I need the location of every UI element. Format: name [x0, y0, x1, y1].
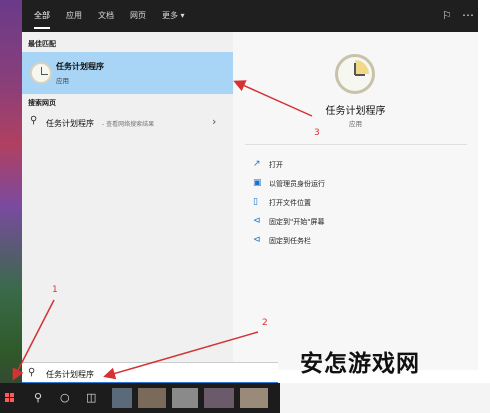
best-match-title: 任务计划程序 — [56, 62, 104, 71]
file-location-icon: ▯ — [253, 197, 258, 207]
cortana-icon[interactable]: ○ — [60, 391, 70, 404]
chevron-right-icon[interactable]: › — [212, 115, 216, 128]
annotation-2: 2 — [262, 318, 268, 328]
tab-web[interactable]: 网页 — [130, 0, 146, 32]
divider — [245, 144, 467, 145]
web-search-header: 搜索网页 — [28, 99, 56, 107]
start-menu: 全部 应用 文档 网页 更多 ▾ ⚐ ⋯ 最佳匹配 任务计划程序 应用 搜索网页… — [22, 0, 478, 370]
search-icon: ⚲ — [28, 367, 36, 378]
taskbar-app[interactable] — [138, 388, 166, 408]
search-box[interactable]: ⚲ 任务计划程序 — [22, 362, 278, 384]
windows-icon — [5, 393, 15, 403]
watermark: 安怎游戏网 — [300, 351, 420, 377]
tab-more[interactable]: 更多 ▾ — [162, 0, 185, 32]
taskbar: ⚲ ○ ◫ — [0, 383, 280, 413]
action-label: 固定到任务栏 — [269, 237, 311, 245]
preview-pane: 任务计划程序 应用 ↗ 打开 ▣ 以管理员身份运行 ▯ 打开文件位置 ⊲ 固定到… — [233, 32, 478, 370]
tab-all[interactable]: 全部 — [34, 0, 50, 32]
tab-apps[interactable]: 应用 — [66, 0, 82, 32]
open-icon: ↗ — [253, 159, 261, 169]
action-label: 以管理员身份运行 — [269, 180, 325, 188]
feedback-icon[interactable]: ⚐ — [442, 9, 456, 23]
more-options-icon[interactable]: ⋯ — [462, 8, 474, 22]
desktop-background — [278, 383, 490, 413]
best-match-item[interactable]: 任务计划程序 应用 — [22, 52, 233, 94]
search-input[interactable]: 任务计划程序 — [46, 369, 94, 380]
best-match-subtitle: 应用 — [56, 77, 69, 85]
action-label: 固定到"开始"屏幕 — [269, 218, 325, 226]
taskbar-app[interactable] — [240, 388, 268, 408]
preview-subtitle: 应用 — [349, 120, 362, 128]
start-button[interactable] — [2, 386, 20, 410]
run-as-admin-icon: ▣ — [253, 178, 262, 188]
clock-icon — [335, 54, 375, 94]
annotation-1: 1 — [52, 285, 58, 295]
best-match-header: 最佳匹配 — [28, 40, 56, 48]
web-search-result[interactable]: ⚲ 任务计划程序 - 查看网络搜索结果 › — [22, 112, 233, 134]
search-scope-bar: 全部 应用 文档 网页 更多 ▾ ⚐ ⋯ — [22, 0, 478, 32]
pin-taskbar-icon: ⊲ — [253, 235, 261, 245]
search-icon[interactable]: ⚲ — [34, 391, 42, 404]
search-icon: ⚲ — [30, 115, 38, 126]
preview-title: 任务计划程序 — [325, 106, 386, 117]
pin-start-icon: ⊲ — [253, 216, 261, 226]
annotation-3: 3 — [314, 128, 320, 138]
taskbar-app[interactable] — [112, 388, 132, 408]
task-view-icon[interactable]: ◫ — [86, 391, 96, 404]
clock-icon — [30, 62, 52, 84]
action-label: 打开 — [269, 161, 283, 169]
desktop-wallpaper — [0, 0, 22, 413]
results-pane: 最佳匹配 任务计划程序 应用 搜索网页 ⚲ 任务计划程序 - 查看网络搜索结果 … — [22, 32, 233, 370]
taskbar-app[interactable] — [204, 388, 234, 408]
action-label: 打开文件位置 — [269, 199, 311, 207]
tab-documents[interactable]: 文档 — [98, 0, 114, 32]
web-result-hint: - 查看网络搜索结果 — [102, 121, 155, 128]
taskbar-app[interactable] — [172, 388, 198, 408]
web-result-text: 任务计划程序 — [46, 119, 94, 128]
